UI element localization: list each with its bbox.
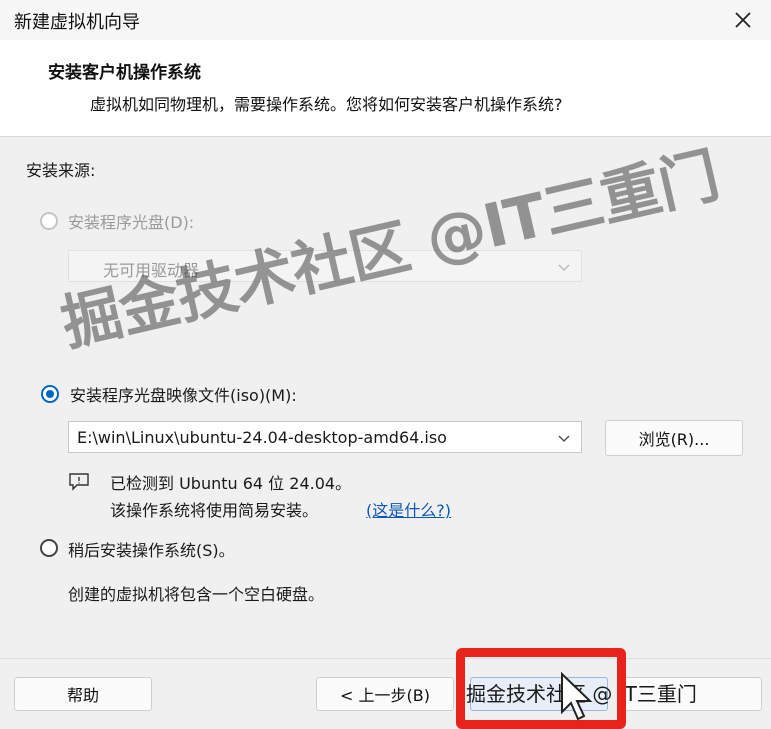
- later-radio[interactable]: [40, 539, 58, 557]
- install-source-label: 安装来源:: [26, 161, 96, 180]
- iso-path-value: E:\win\Linux\ubuntu-24.04-desktop-amd64.…: [77, 428, 447, 447]
- close-icon: [735, 12, 751, 28]
- wizard-header: 安装客户机操作系统 虚拟机如同物理机，需要操作系统。您将如何安装客户机操作系统?: [0, 40, 771, 137]
- detected-os-text: 已检测到 Ubuntu 64 位 24.04。: [110, 474, 352, 493]
- blank-disk-note: 创建的虚拟机将包含一个空白硬盘。: [68, 585, 325, 604]
- highlight-box: [456, 648, 626, 729]
- easy-install-text: 该操作系统将使用简易安装。: [110, 501, 319, 520]
- chevron-down-icon: [557, 430, 571, 449]
- iso-radio[interactable]: [41, 385, 59, 403]
- help-button[interactable]: 帮助: [14, 677, 152, 711]
- page-subtitle: 虚拟机如同物理机，需要操作系统。您将如何安装客户机操作系统?: [90, 95, 563, 114]
- wizard-body: 安装来源: 安装程序光盘(D): 无可用驱动器 安装程序光盘映像文件(iso)(…: [0, 137, 771, 657]
- mouse-cursor-icon: [560, 671, 594, 726]
- info-icon: [68, 472, 90, 496]
- iso-path-combo[interactable]: E:\win\Linux\ubuntu-24.04-desktop-amd64.…: [68, 421, 582, 453]
- close-button[interactable]: [715, 0, 771, 40]
- back-button[interactable]: < 上一步(B): [316, 677, 454, 711]
- chevron-down-icon: [557, 259, 571, 278]
- disc-option-label: 安装程序光盘(D):: [68, 213, 195, 232]
- browse-button[interactable]: 浏览(R)...: [605, 420, 743, 456]
- title-bar: 新建虚拟机向导: [0, 0, 771, 40]
- window-title: 新建虚拟机向导: [14, 12, 140, 33]
- later-option-label: 稍后安装操作系统(S)。: [68, 541, 235, 560]
- disc-radio[interactable]: [40, 212, 58, 230]
- page-title: 安装客户机操作系统: [48, 63, 201, 83]
- iso-option-label: 安装程序光盘映像文件(iso)(M):: [70, 386, 297, 405]
- new-vm-wizard-dialog: 新建虚拟机向导 安装客户机操作系统 虚拟机如同物理机，需要操作系统。您将如何安装…: [0, 0, 771, 729]
- whats-this-link[interactable]: (这是什么?): [366, 497, 451, 521]
- disc-drive-value: 无可用驱动器: [103, 261, 200, 280]
- disc-drive-select[interactable]: 无可用驱动器: [68, 250, 582, 282]
